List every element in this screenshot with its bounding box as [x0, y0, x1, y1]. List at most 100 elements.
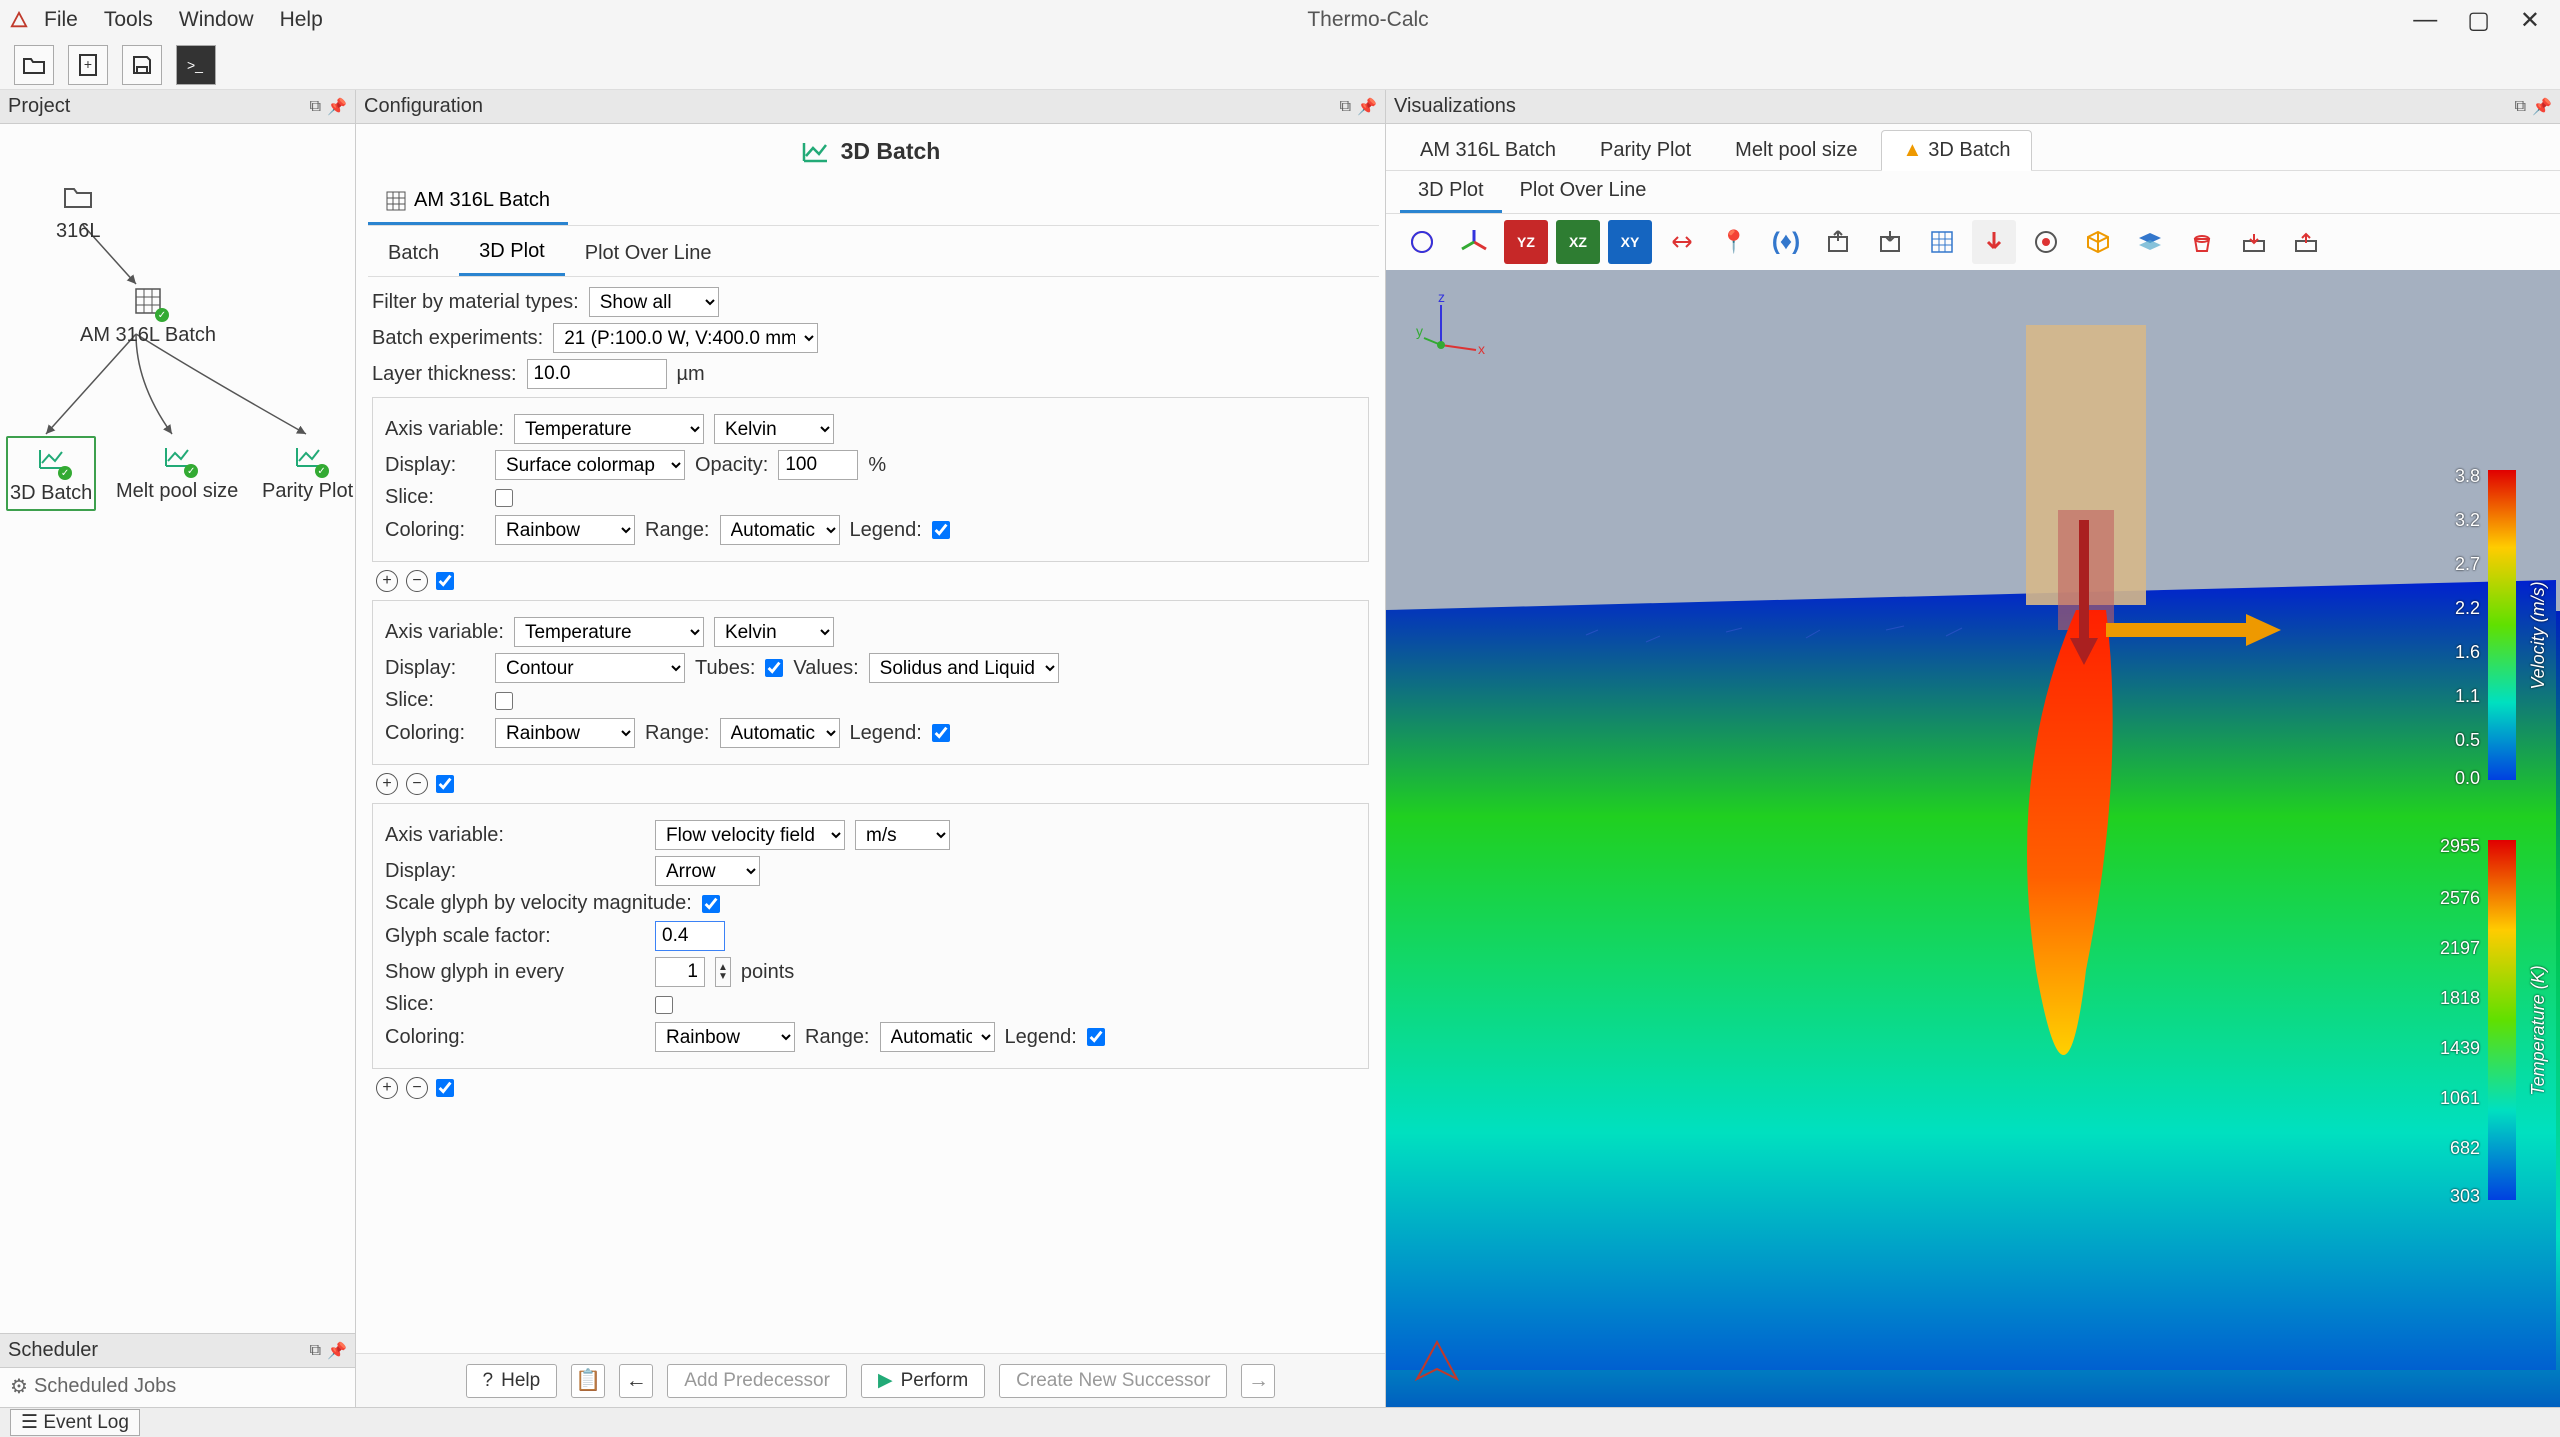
- filter-select[interactable]: Show all: [589, 287, 719, 317]
- viz-tool-layers[interactable]: [2128, 220, 2172, 264]
- values-select[interactable]: Solidus and Liquidus: [869, 653, 1059, 683]
- perform-button[interactable]: ▶Perform: [861, 1364, 985, 1398]
- terminal-button[interactable]: >_: [176, 45, 216, 85]
- viz-tool-bucket[interactable]: [2180, 220, 2224, 264]
- viz-subtab-3dplot[interactable]: 3D Plot: [1400, 171, 1502, 213]
- tab-3dplot[interactable]: 3D Plot: [459, 230, 565, 276]
- add-predecessor-button[interactable]: Add Predecessor: [667, 1364, 847, 1398]
- slice-checkbox[interactable]: [495, 489, 513, 507]
- stepper-buttons[interactable]: ▲▼: [715, 957, 731, 987]
- help-button[interactable]: ?Help: [466, 1364, 558, 1398]
- range-select[interactable]: Automatic: [880, 1022, 995, 1052]
- create-successor-button[interactable]: Create New Successor: [999, 1364, 1227, 1398]
- range-select[interactable]: Automatic: [720, 515, 840, 545]
- viz-tool-flip[interactable]: [1660, 220, 1704, 264]
- layer-thickness-input[interactable]: [527, 359, 667, 389]
- viz-tool-axes[interactable]: [1452, 220, 1496, 264]
- axis-var-select[interactable]: Flow velocity field: [655, 820, 845, 850]
- viz-tool-xz[interactable]: XZ: [1556, 220, 1600, 264]
- axis-unit-select[interactable]: Kelvin: [714, 414, 834, 444]
- viz-tab-meltpool[interactable]: Melt pool size: [1715, 130, 1877, 170]
- project-node-3dbatch[interactable]: ✓ 3D Batch: [6, 436, 96, 511]
- viz-tab-parity[interactable]: Parity Plot: [1580, 130, 1711, 170]
- project-node-root[interactable]: 316L: [56, 180, 101, 243]
- legend-checkbox[interactable]: [1087, 1028, 1105, 1046]
- prev-button[interactable]: ←: [619, 1364, 653, 1398]
- copy-button[interactable]: 📋: [571, 1364, 605, 1398]
- remove-block-button[interactable]: −: [406, 773, 428, 795]
- close-button[interactable]: ✕: [2520, 6, 2540, 35]
- viz-tool-arrowdown[interactable]: [1972, 220, 2016, 264]
- axis-unit-select[interactable]: Kelvin: [714, 617, 834, 647]
- open-folder-button[interactable]: [14, 45, 54, 85]
- axis-var-select[interactable]: Temperature: [514, 414, 704, 444]
- next-button[interactable]: →: [1241, 1364, 1275, 1398]
- batch-exp-select[interactable]: 21 (P:100.0 W, V:400.0 mm/s): [553, 323, 818, 353]
- opacity-input[interactable]: [778, 450, 858, 480]
- display-select[interactable]: Surface colormap: [495, 450, 685, 480]
- project-node-meltpool[interactable]: ✓ Melt pool size: [116, 440, 238, 503]
- viz-tool-inbox[interactable]: [2232, 220, 2276, 264]
- viz-tool-rotate[interactable]: [1400, 220, 1444, 264]
- viz-tool-xy[interactable]: XY: [1608, 220, 1652, 264]
- legend-checkbox[interactable]: [932, 521, 950, 539]
- add-block-button[interactable]: +: [376, 570, 398, 592]
- display-select[interactable]: Contour: [495, 653, 685, 683]
- coloring-select[interactable]: Rainbow: [495, 718, 635, 748]
- scale-glyph-checkbox[interactable]: [702, 895, 720, 913]
- panel-pin-icon[interactable]: 📌: [1357, 97, 1377, 117]
- add-block-button[interactable]: +: [376, 1077, 398, 1099]
- viz-tool-import[interactable]: [1868, 220, 1912, 264]
- new-file-button[interactable]: +: [68, 45, 108, 85]
- tubes-checkbox[interactable]: [765, 659, 783, 677]
- axis-unit-select[interactable]: m/s: [855, 820, 950, 850]
- remove-block-button[interactable]: −: [406, 1077, 428, 1099]
- glyph-every-input[interactable]: [655, 957, 705, 987]
- menu-window[interactable]: Window: [179, 8, 254, 32]
- viz-tool-cube[interactable]: [2076, 220, 2120, 264]
- viz-tool-grid[interactable]: [1920, 220, 1964, 264]
- panel-popout-icon[interactable]: ⧉: [1340, 98, 1351, 116]
- panel-pin-icon[interactable]: 📌: [327, 97, 347, 117]
- viz-tool-pin[interactable]: 📍: [1712, 220, 1756, 264]
- range-select[interactable]: Automatic: [720, 718, 840, 748]
- slice-checkbox[interactable]: [495, 692, 513, 710]
- glyph-factor-input[interactable]: [655, 921, 725, 951]
- panel-popout-icon[interactable]: ⧉: [310, 1342, 321, 1360]
- scheduled-jobs-row[interactable]: ⚙ Scheduled Jobs: [0, 1368, 355, 1405]
- maximize-button[interactable]: ▢: [2467, 6, 2490, 35]
- viz-tab-am316l[interactable]: AM 316L Batch: [1400, 130, 1576, 170]
- panel-popout-icon[interactable]: ⧉: [310, 98, 321, 116]
- viz-tool-bracket[interactable]: (♦): [1764, 220, 1808, 264]
- config-subtab-batch-source[interactable]: AM 316L Batch: [368, 179, 568, 225]
- tab-plotoverline[interactable]: Plot Over Line: [565, 230, 732, 276]
- panel-popout-icon[interactable]: ⧉: [2515, 98, 2526, 116]
- axis-var-select[interactable]: Temperature: [514, 617, 704, 647]
- enable-block-checkbox[interactable]: [436, 572, 454, 590]
- project-node-batch[interactable]: ✓ AM 316L Batch: [80, 284, 216, 347]
- coloring-select[interactable]: Rainbow: [495, 515, 635, 545]
- menu-tools[interactable]: Tools: [104, 8, 153, 32]
- display-select[interactable]: Arrow: [655, 856, 760, 886]
- enable-block-checkbox[interactable]: [436, 775, 454, 793]
- viz-tool-outbox[interactable]: [2284, 220, 2328, 264]
- menu-help[interactable]: Help: [280, 8, 323, 32]
- event-log-toggle[interactable]: ☰ Event Log: [10, 1409, 140, 1436]
- enable-block-checkbox[interactable]: [436, 1079, 454, 1097]
- remove-block-button[interactable]: −: [406, 570, 428, 592]
- viz-tool-target[interactable]: [2024, 220, 2068, 264]
- viz-tab-3dbatch[interactable]: ▲3D Batch: [1881, 130, 2031, 171]
- viz-3d-canvas[interactable]: zxy Velocity (m/s) 3.8 3.2 2.7 2.2 1.6 1…: [1386, 270, 2560, 1407]
- menu-file[interactable]: File: [44, 8, 78, 32]
- project-tree-canvas[interactable]: 316L ✓ AM 316L Batch ✓ 3D Batch ✓ Melt p…: [0, 124, 355, 1333]
- panel-pin-icon[interactable]: 📌: [327, 1341, 347, 1361]
- slice-checkbox[interactable]: [655, 996, 673, 1014]
- viz-tool-export[interactable]: [1816, 220, 1860, 264]
- coloring-select[interactable]: Rainbow: [655, 1022, 795, 1052]
- panel-pin-icon[interactable]: 📌: [2532, 97, 2552, 117]
- add-block-button[interactable]: +: [376, 773, 398, 795]
- save-button[interactable]: [122, 45, 162, 85]
- minimize-button[interactable]: —: [2413, 6, 2437, 35]
- project-node-parity[interactable]: ✓ Parity Plot: [262, 440, 353, 503]
- legend-checkbox[interactable]: [932, 724, 950, 742]
